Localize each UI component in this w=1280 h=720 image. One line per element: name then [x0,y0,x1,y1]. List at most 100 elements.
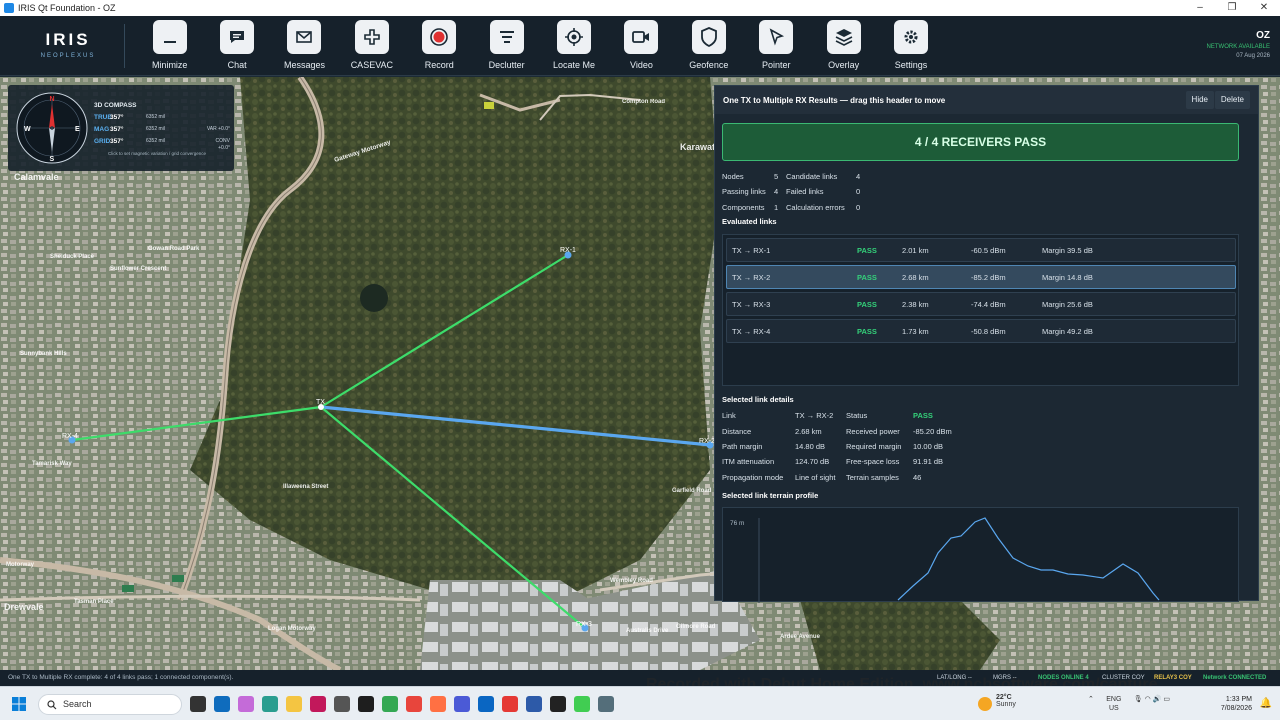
clock-date: 7/08/2026 [1220,705,1252,712]
casevac-label: CASEVAC [350,60,394,70]
place-label-australis: Australis Drive [626,628,669,634]
terminal-icon[interactable] [334,696,350,712]
place-label-compton: Compton Road [622,99,665,105]
dell-icon[interactable] [358,696,374,712]
taskbar-clock[interactable]: 1:33 PM 7/08/2026 [1221,695,1252,713]
qt-creator-icon[interactable] [574,696,590,712]
link-row-rx4[interactable]: TX → RX-4 PASS 1.73 km -50.8 dBm Margin 49.2… [726,319,1236,343]
messages-tool-button[interactable]: Messages [271,20,338,70]
evaluated-links-list: TX → RX-1 PASS 2.01 km -60.5 dBm Margin 39.5… [722,234,1239,386]
weather-widget[interactable]: 22°C Sunny [978,694,1016,711]
gear-icon [893,20,928,54]
results-header[interactable]: One TX to Multiple RX Results — drag thi… [715,86,1258,114]
file-explorer-icon[interactable] [286,696,302,712]
window-close-button[interactable]: ✕ [1248,0,1280,16]
place-label-drewvale: Drewvale [4,602,44,612]
mail-icon [287,20,322,54]
outlook-icon[interactable] [214,696,230,712]
delete-button[interactable]: Delete [1214,91,1250,109]
results-title: One TX to Multiple RX Results — drag thi… [723,95,946,105]
place-label-calamvale: Calamvale [14,172,59,182]
compass-rose-icon: N E S W [16,92,88,164]
compass-row-mag: MAG 357° 6352 mil VAR +0.0° [94,126,230,133]
notification-bell-icon[interactable]: 🔔 [1260,698,1272,709]
window-maximize-button[interactable]: ❐ [1216,0,1248,16]
selected-link-details: Link TX → RX-2 Status PASS Distance 2.68 km R… [722,411,952,482]
iris-app-icon[interactable] [598,696,614,712]
powershell-icon[interactable] [526,696,542,712]
window-minimize-button[interactable]: – [1184,0,1216,16]
record-tool-button[interactable]: Record [406,20,473,70]
copilot-icon[interactable] [238,696,254,712]
compass-s: S [50,156,55,163]
overlay-tool-button[interactable]: Overlay [810,20,877,70]
place-label-logan: Logan Motorway [268,626,316,632]
record-icon [422,20,457,54]
geofence-tool-button[interactable]: Geofence [675,20,742,70]
medical-cross-icon [354,20,389,54]
link-row-rx2[interactable]: TX → RX-2 PASS 2.68 km -85.2 dBm Margin 14.8… [726,265,1236,289]
casevac-tool-button[interactable]: CASEVAC [338,20,405,70]
console-icon[interactable] [550,696,566,712]
language-indicator[interactable]: ENG US [1096,695,1132,713]
status-message: One TX to Multiple RX complete: 4 of 4 l… [8,674,234,681]
road-shield-m2-b [122,585,134,592]
compass-hint: Click to set magnetic variation / grid c… [108,151,207,156]
video-tool-button[interactable]: Video [608,20,675,70]
node-rx1-label: RX-1 [560,247,576,254]
wifi-icon[interactable]: ◠ [1145,696,1151,703]
place-label-illaweena: Illaweena Street [283,484,328,490]
compass-panel[interactable]: N E S W 3D COMPASS TRUE 357° 6352 mil MAG 3… [8,85,234,171]
selected-link-title: Selected link details [722,395,794,404]
app-icon-generic[interactable] [454,696,470,712]
battery-icon[interactable]: ▭ [1163,696,1170,703]
hide-button[interactable]: Hide [1185,91,1214,109]
chat-icon [220,20,255,54]
search-icon [47,700,57,710]
road-shield-m2 [484,102,494,109]
link-row-rx1[interactable]: TX → RX-1 PASS 2.01 km -60.5 dBm Margin 39.5… [726,238,1236,262]
results-panel: One TX to Multiple RX Results — drag thi… [714,85,1259,603]
chrome-icon[interactable] [382,696,398,712]
maps-icon[interactable] [406,696,422,712]
firefox-icon[interactable] [430,696,446,712]
settings-tool-button[interactable]: Settings [877,20,944,70]
minimize-tool-button[interactable]: Minimize [136,20,203,70]
window-titlebar: IRIS Qt Foundation - OZ – ❐ ✕ [0,0,1280,16]
edge-icon[interactable] [262,696,278,712]
place-label-ardee: Ardee Avenue [780,634,821,640]
linkedin-icon[interactable] [478,696,494,712]
compass-row-true: TRUE 357° 6352 mil [94,114,165,121]
video-app-icon[interactable] [502,696,518,712]
status-relay: RELAY3 COY [1154,675,1192,681]
place-label-sunnybank: Sunnybank Hills [20,351,67,357]
minimize-label: Minimize [151,60,188,70]
messages-label: Messages [283,60,325,70]
video-label: Video [630,60,653,70]
task-view-icon[interactable] [190,696,206,712]
volume-icon[interactable]: 🔊 [1153,696,1162,703]
taskbar-search-input[interactable]: Search [38,694,182,715]
compass-w: W [24,126,31,133]
road-shield-m1 [172,575,184,582]
chat-tool-button[interactable]: Chat [203,20,270,70]
weather-temp: 22°C [996,694,1012,701]
declutter-tool-button[interactable]: Declutter [473,20,540,70]
locate-me-tool-button[interactable]: Locate Me [540,20,607,70]
microphone-icon[interactable]: 🎙 [1134,696,1143,703]
minimize-icon [152,20,187,54]
brand-logo: IRIS NEOPLEXUS [38,30,98,59]
pointer-tool-button[interactable]: Pointer [743,20,810,70]
place-label-shelduck: Shelduck Place [50,254,95,260]
windows-start-icon[interactable] [12,697,26,711]
system-tray: ⌃ ENG US 🎙 ◠ 🔊 ▭ [1088,695,1170,713]
compass-n: N [50,96,55,103]
intellij-icon[interactable] [310,696,326,712]
chevron-up-icon[interactable]: ⌃ [1088,696,1094,703]
link-row-rx3[interactable]: TX → RX-3 PASS 2.38 km -74.4 dBm Margin 25.6… [726,292,1236,316]
place-label-tasman: Tasman Place [74,599,114,605]
language-code: ENG [1106,696,1122,703]
node-rx3-label: RX-3 [576,621,592,628]
sun-icon [978,697,992,711]
chat-label: Chat [227,60,247,70]
